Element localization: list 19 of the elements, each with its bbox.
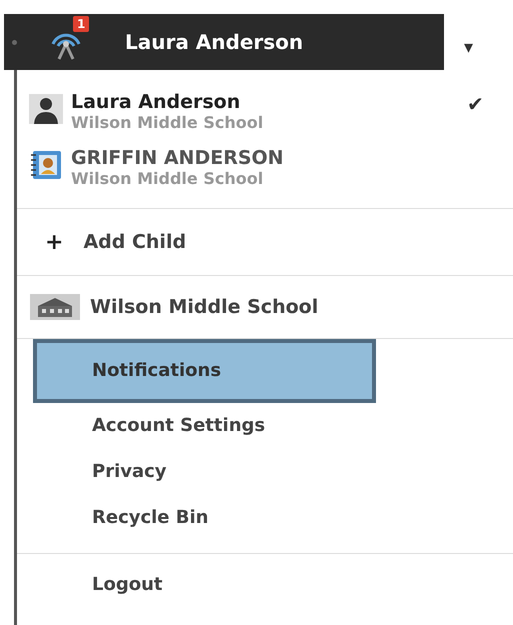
add-child-label: Add Child: [83, 231, 186, 253]
check-icon: ✔: [467, 92, 484, 116]
logout-link[interactable]: Logout: [17, 554, 513, 616]
menu-link[interactable]: Notifications: [33, 339, 376, 403]
user-name[interactable]: Laura Anderson: [125, 30, 304, 54]
school-link[interactable]: Wilson Middle School: [17, 276, 513, 338]
notification-badge: 1: [73, 16, 90, 32]
plus-icon: +: [45, 230, 64, 254]
school-building-icon: [30, 294, 80, 320]
school-label: Wilson Middle School: [90, 296, 318, 318]
person-icon: [29, 94, 63, 124]
menu-link[interactable]: Account Settings: [17, 403, 513, 449]
contact-book-icon: [29, 150, 63, 180]
add-child-link[interactable]: + Add Child: [17, 209, 513, 275]
account-name: Laura Anderson: [71, 92, 242, 113]
account-name: GRIFFIN ANDERSON: [71, 148, 284, 169]
menu-link[interactable]: Recycle Bin: [17, 495, 513, 541]
menu-link[interactable]: Privacy: [17, 449, 513, 495]
school-name: Wilson Middle School: [71, 169, 264, 188]
